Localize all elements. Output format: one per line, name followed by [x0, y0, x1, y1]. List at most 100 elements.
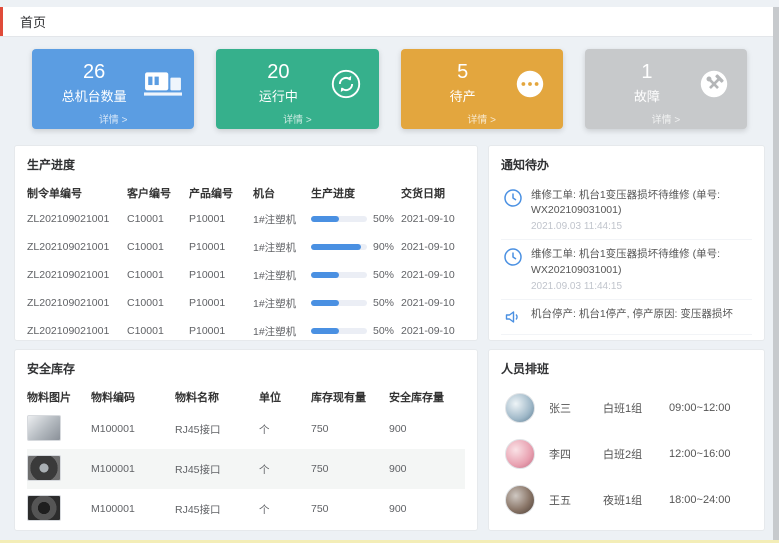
machine: 1#注塑机 [253, 296, 311, 311]
card-detail-link[interactable]: 详情 > [401, 111, 563, 126]
card-value: 26 [44, 61, 144, 83]
order-no: ZL202109021001 [27, 213, 127, 225]
avatar [505, 439, 535, 469]
progress-track [311, 328, 367, 334]
unit: 个 [259, 422, 311, 437]
material-code: M100001 [91, 423, 175, 435]
notification-item[interactable]: 维修工单: 机台1变压器损坏待维修 (单号: WX202109031001) 2… [501, 181, 752, 240]
notification-item[interactable]: 机台停产: 机台1停产, 停产原因: 变压器损坏 [501, 300, 752, 335]
col-header: 单位 [259, 389, 311, 405]
col-header: 安全库存量 [389, 389, 465, 405]
window-edge-right [773, 7, 779, 543]
table-row: ZL202109021001 C10001 P10001 1#注塑机 50% 2… [27, 289, 465, 317]
stock-qty: 750 [311, 503, 389, 515]
header-accent [0, 7, 3, 36]
col-header: 客户编号 [127, 185, 189, 201]
progress-cell: 50% [311, 269, 401, 281]
col-header: 生产进度 [311, 185, 401, 201]
card-fault[interactable]: 1 故障 详情 > [585, 49, 747, 129]
machine: 1#注塑机 [253, 212, 311, 227]
material-photo [27, 415, 61, 441]
notification-item[interactable]: 维修工单: 机台1变压器损坏待维修 (单号: WX202109031001) 2… [501, 240, 752, 299]
schedule-row: 张三 白班1组 09:00~12:00 [501, 385, 752, 431]
card-detail-link[interactable]: 详情 > [585, 111, 747, 126]
progress-fill [311, 300, 339, 306]
progress-fill [311, 272, 339, 278]
safety-qty: 900 [389, 463, 465, 475]
material-photo [27, 495, 61, 521]
notification-body: 维修工单: 机台1变压器损坏待维修 (单号: WX202109031001) 2… [531, 188, 750, 232]
progress-cell: 50% [311, 325, 401, 337]
col-header: 物料名称 [175, 389, 259, 405]
machine: 1#注塑机 [253, 268, 311, 283]
card-total-machines[interactable]: 26 总机台数量 详情 > [32, 49, 194, 129]
delivery-date: 2021-09-10 [401, 241, 467, 253]
tools-icon [697, 67, 735, 101]
progress-cell: 90% [311, 241, 401, 253]
order-no: ZL202109021001 [27, 325, 127, 337]
card-detail-link[interactable]: 详情 > [32, 111, 194, 126]
table-row: ZL202109021001 C10001 P10001 1#注塑机 50% 2… [27, 205, 465, 233]
order-no: ZL202109021001 [27, 297, 127, 309]
material-name: RJ45接口 [175, 462, 259, 477]
notification-text: 维修工单: 机台1变压器损坏待维修 (单号: WX202109031001) [531, 188, 750, 218]
production-progress-panel: 生产进度 制令单编号 客户编号 产品编号 机台 生产进度 交货日期 ZL2021… [14, 145, 478, 341]
stat-cards: 26 总机台数量 详情 > 20 运行中 [14, 45, 765, 133]
schedule-row: 李四 白班2组 12:00~16:00 [501, 431, 752, 477]
staff-schedule-panel: 人员排班 张三 白班1组 09:00~12:00 李四 白班2组 12:00~1… [488, 349, 765, 531]
card-running[interactable]: 20 运行中 详情 > [216, 49, 378, 129]
progress-fill [311, 244, 361, 250]
col-header: 库存现有量 [311, 389, 389, 405]
card-label: 运行中 [228, 86, 328, 105]
progress-track [311, 272, 367, 278]
machine: 1#注塑机 [253, 324, 311, 339]
material-photo [27, 455, 61, 481]
delivery-date: 2021-09-10 [401, 269, 467, 281]
avatar [505, 393, 535, 423]
notification-time: 2021.09.03 11:44:15 [531, 221, 750, 232]
stock-qty: 750 [311, 423, 389, 435]
progress-fill [311, 216, 339, 222]
product-no: P10001 [189, 325, 253, 337]
inventory-table-header: 物料图片 物料编码 物料名称 单位 库存现有量 安全库存量 [27, 385, 465, 409]
panel-title: 安全库存 [27, 360, 465, 377]
card-waiting[interactable]: 5 待产 详情 > [401, 49, 563, 129]
progress-label: 50% [373, 325, 394, 337]
product-no: P10001 [189, 213, 253, 225]
card-value: 20 [228, 61, 328, 83]
running-icon [329, 67, 367, 101]
customer-no: C10001 [127, 325, 189, 337]
card-label: 总机台数量 [44, 86, 144, 105]
notification-text: 机台停产: 机台1停产, 停产原因: 变压器损坏 [531, 307, 750, 322]
product-no: P10001 [189, 241, 253, 253]
stock-qty: 750 [311, 463, 389, 475]
progress-label: 90% [373, 241, 394, 253]
page-title: 首页 [20, 12, 46, 31]
notification-body: 机台停产: 机台1停产, 停产原因: 变压器损坏 [531, 307, 750, 327]
notifications-panel: 通知待办 维修工单: 机台1变压器损坏待维修 (单号: WX2021090310… [488, 145, 765, 341]
progress-cell: 50% [311, 213, 401, 225]
table-row: ZL202109021001 C10001 P10001 1#注塑机 50% 2… [27, 317, 465, 341]
card-value: 5 [413, 61, 513, 83]
person-name: 李四 [549, 446, 603, 462]
notification-body: 维修工单: 机台1变压器损坏待维修 (单号: WX202109031001) 2… [531, 247, 750, 291]
table-row: M100001 RJ45接口 个 750 900 [27, 409, 465, 449]
page-content: 26 总机台数量 详情 > 20 运行中 [0, 37, 779, 531]
progress-label: 50% [373, 269, 394, 281]
speaker-icon [503, 307, 523, 327]
customer-no: C10001 [127, 269, 189, 281]
left-column: 生产进度 制令单编号 客户编号 产品编号 机台 生产进度 交货日期 ZL2021… [14, 145, 478, 531]
notification-item[interactable]: 计划督促: 机台1生产计划已督促 2021.09.03 11:44:15 [501, 335, 752, 341]
customer-no: C10001 [127, 297, 189, 309]
shift-label: 夜班1组 [603, 492, 669, 508]
card-detail-link[interactable]: 详情 > [216, 111, 378, 126]
clock-icon [503, 188, 523, 208]
material-code: M100001 [91, 503, 175, 515]
order-no: ZL202109021001 [27, 269, 127, 281]
person-name: 王五 [549, 492, 603, 508]
order-no: ZL202109021001 [27, 241, 127, 253]
unit: 个 [259, 502, 311, 517]
panel-title: 生产进度 [27, 156, 465, 173]
material-name: RJ45接口 [175, 422, 259, 437]
material-name: RJ45接口 [175, 502, 259, 517]
